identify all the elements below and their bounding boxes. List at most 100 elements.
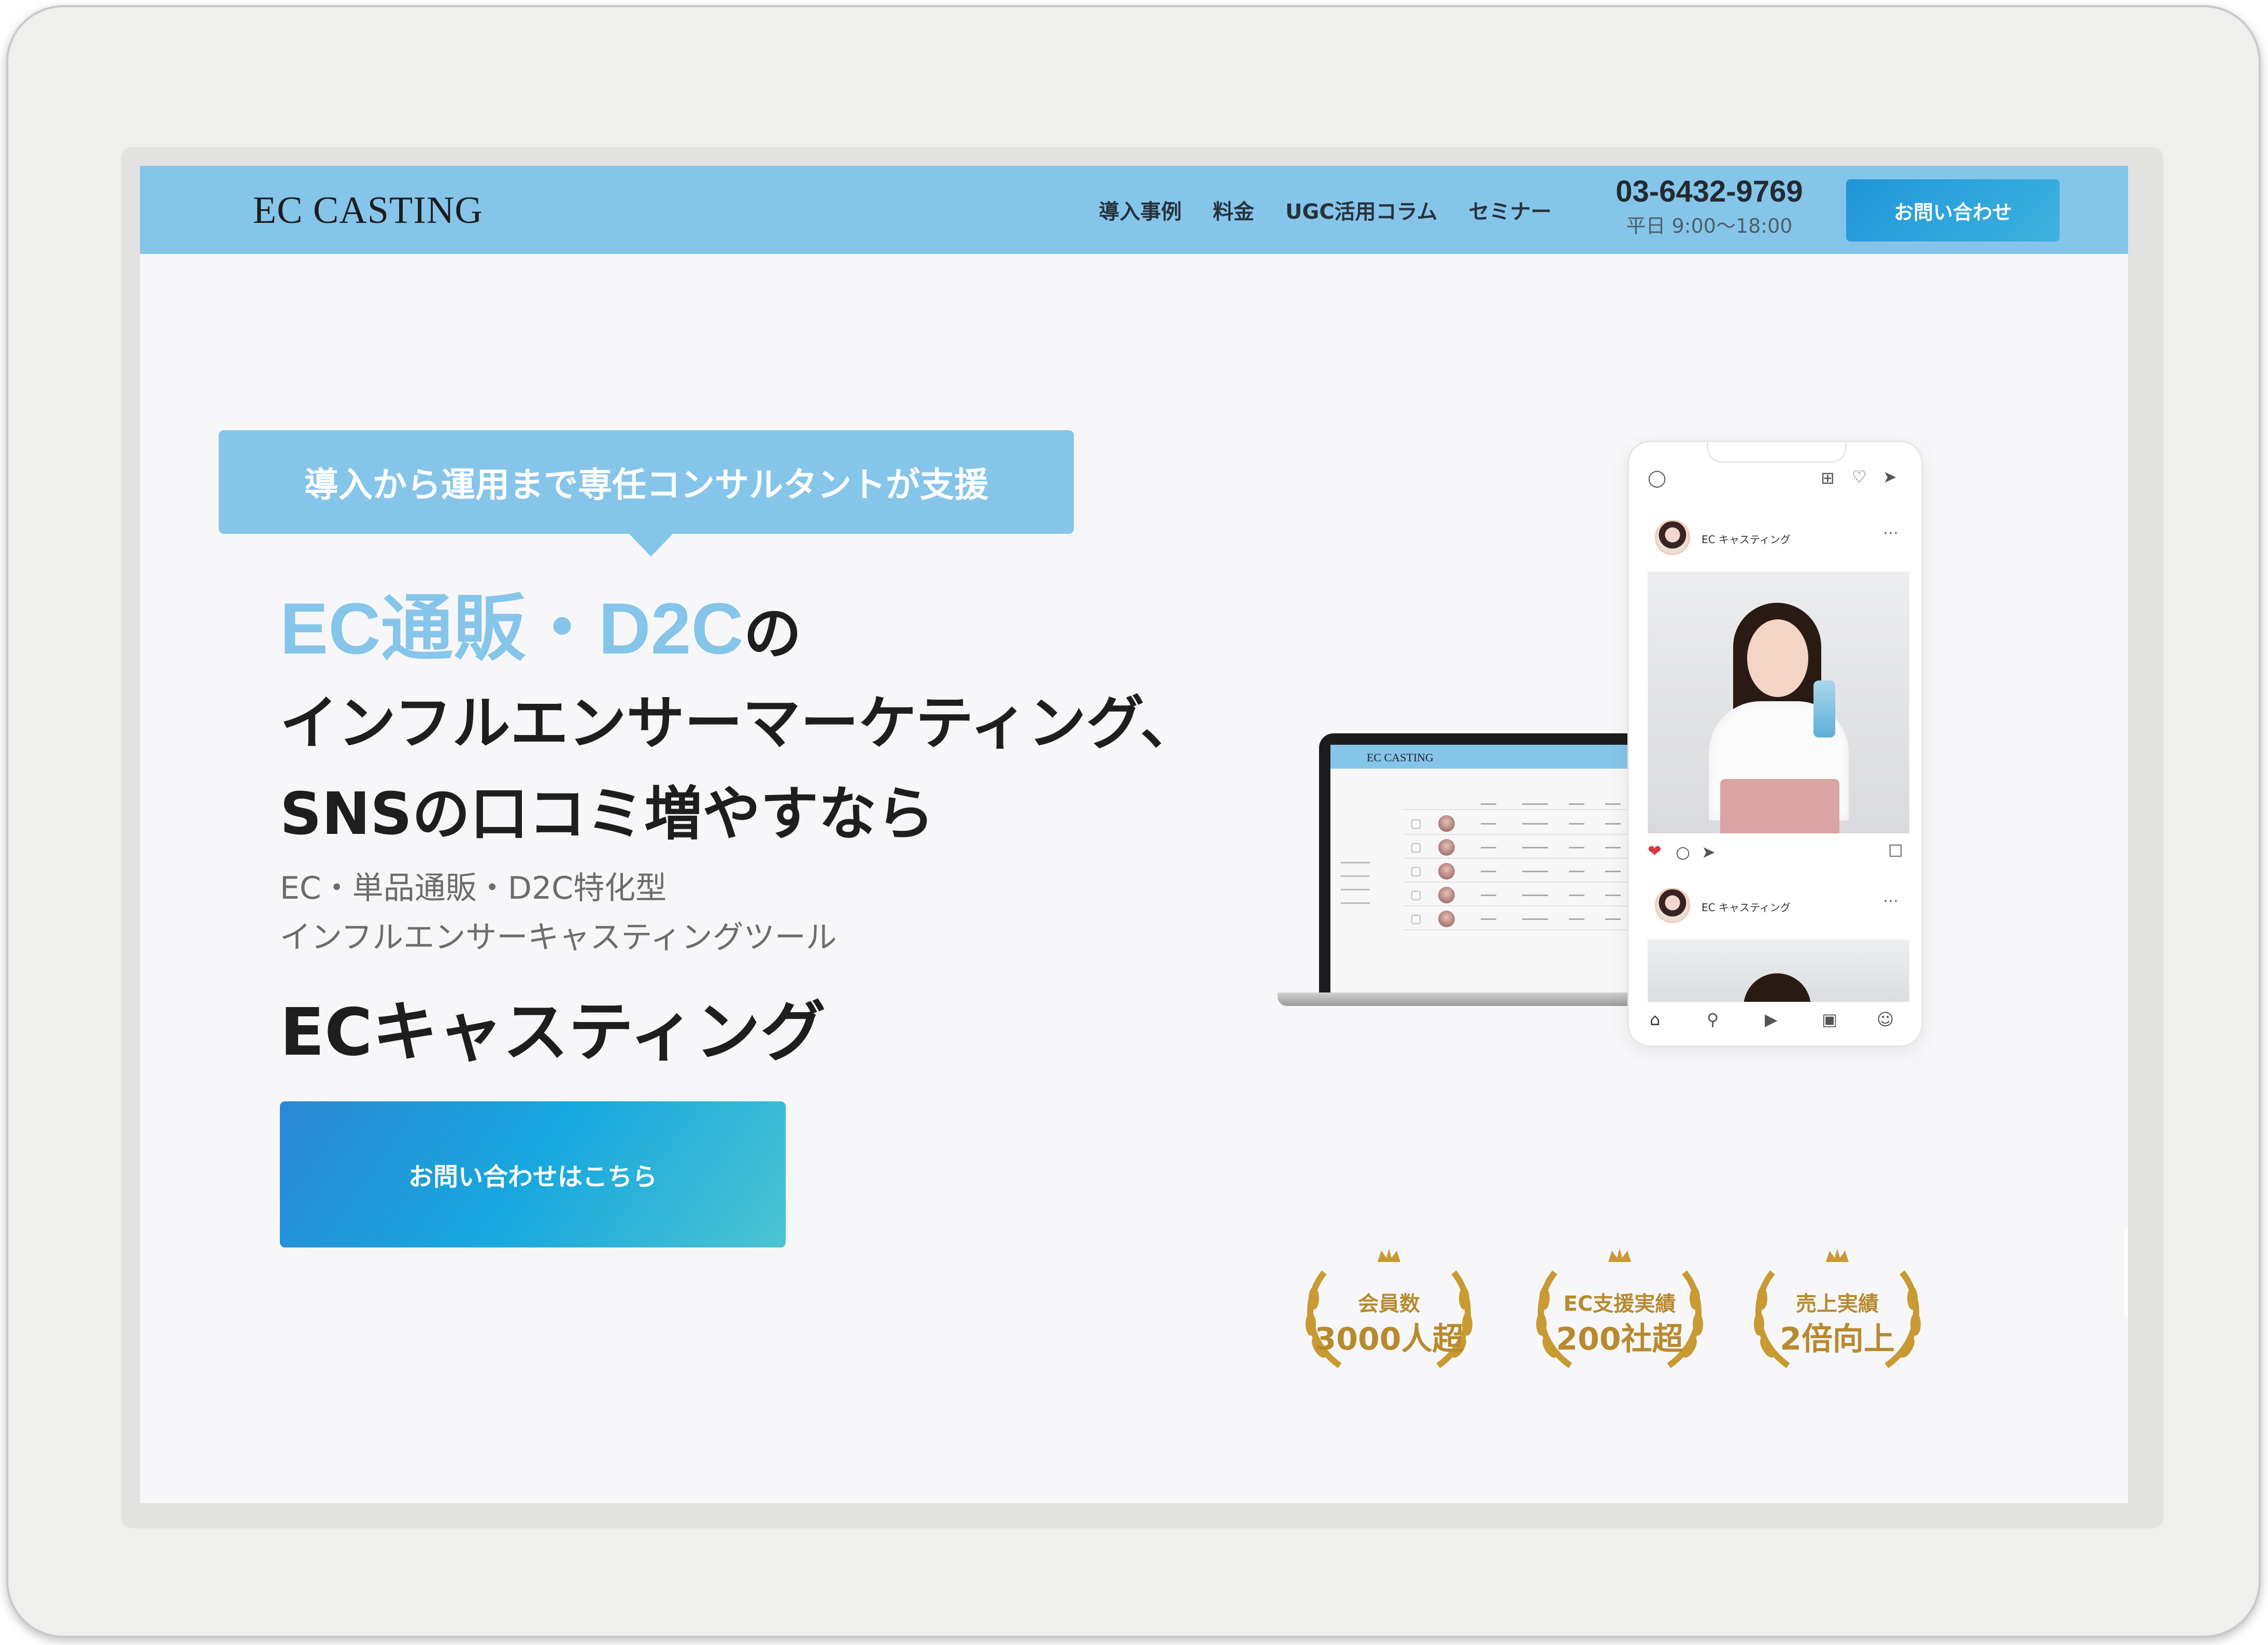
more-icon: ⋯ bbox=[1883, 524, 1898, 542]
laptop-row-checkbox bbox=[1411, 867, 1421, 876]
more-icon: ⋯ bbox=[1883, 892, 1898, 910]
laptop-dash bbox=[1569, 895, 1584, 896]
subheadline-line-1: EC・単品通販・D2C特化型 bbox=[280, 870, 667, 906]
headline-particle: の bbox=[743, 600, 802, 668]
laptop-sidebar-line bbox=[1341, 875, 1370, 877]
laptop-dash bbox=[1605, 847, 1621, 848]
browser-viewport: EC CASTING 導入事例 料金 UGC活用コラム セミナー 03-6432… bbox=[140, 166, 2128, 1503]
add-post-icon: ⊞ bbox=[1821, 468, 1835, 488]
nav-case-studies[interactable]: 導入事例 bbox=[1099, 195, 1182, 225]
phone-number[interactable]: 03-6432-9769 bbox=[1595, 174, 1823, 209]
product-bottle bbox=[1813, 680, 1835, 738]
award-badge-sales: 売上実績 2倍向上 bbox=[1741, 1241, 1933, 1376]
award-badge-ec-support: EC支援実績 200社超 bbox=[1524, 1241, 1716, 1376]
laptop-dash bbox=[1605, 895, 1621, 896]
subheadline-line-2: インフルエンサーキャスティングツール bbox=[280, 919, 837, 956]
post-avatar bbox=[1655, 520, 1690, 555]
award-value: 2倍向上 bbox=[1780, 1321, 1895, 1357]
main-nav: 導入事例 料金 UGC活用コラム セミナー bbox=[1099, 195, 1551, 225]
laptop-dash bbox=[1522, 918, 1548, 920]
headline-accent: EC通販・D2C bbox=[280, 588, 744, 669]
laptop-sidebar-line bbox=[1341, 902, 1370, 904]
laptop-row-checkbox bbox=[1411, 891, 1421, 900]
liked-heart-icon: ❤ bbox=[1648, 841, 1662, 861]
product-name: ECキャスティング bbox=[280, 994, 826, 1070]
post-username: EC キャスティング bbox=[1702, 533, 1791, 546]
headline-line-3: SNSの口コミ増やすなら bbox=[280, 781, 935, 848]
laptop-dash bbox=[1481, 803, 1496, 805]
camera-icon: ◯ bbox=[1648, 468, 1666, 488]
award-value: 200社超 bbox=[1556, 1321, 1683, 1357]
laptop-row-checkbox bbox=[1411, 843, 1421, 853]
hero-contact-button[interactable]: お問い合わせはこちら bbox=[280, 1101, 786, 1247]
laptop-dash bbox=[1605, 871, 1621, 872]
laptop-header-bar: EC CASTING bbox=[1330, 745, 1651, 769]
laptop-dash bbox=[1522, 803, 1548, 805]
laptop-dash bbox=[1481, 823, 1496, 825]
laptop-row-checkbox bbox=[1411, 915, 1421, 924]
award-label: 会員数 bbox=[1358, 1292, 1420, 1316]
laptop-row-checkbox bbox=[1411, 819, 1421, 829]
woman-face bbox=[1747, 619, 1808, 697]
post-avatar bbox=[1655, 888, 1690, 923]
laptop-dash bbox=[1605, 918, 1621, 920]
influencer-avatar bbox=[1438, 863, 1455, 880]
profile-icon: ☺ bbox=[1877, 1010, 1894, 1029]
nav-ugc-column[interactable]: UGC活用コラム bbox=[1285, 195, 1437, 225]
nav-pricing[interactable]: 料金 bbox=[1213, 195, 1254, 225]
post-photo bbox=[1648, 572, 1909, 833]
influencer-avatar bbox=[1438, 815, 1455, 832]
laptop-dash bbox=[1522, 871, 1548, 872]
laptop-sidebar-line bbox=[1341, 889, 1370, 890]
laptop-dash bbox=[1481, 847, 1496, 848]
phone-notch bbox=[1707, 442, 1847, 463]
laptop-dash bbox=[1605, 803, 1621, 805]
award-label: EC支援実績 bbox=[1563, 1292, 1676, 1316]
influencer-avatar bbox=[1438, 839, 1455, 856]
laptop-dash bbox=[1569, 918, 1584, 920]
support-tag-bubble: 導入から運用まで専任コンサルタントが支援 bbox=[219, 430, 1074, 557]
phone-hours: 平日 9:00〜18:00 bbox=[1626, 215, 1793, 237]
send-icon: ➤ bbox=[1883, 467, 1897, 487]
heart-icon: ♡ bbox=[1852, 467, 1867, 487]
laptop-dash bbox=[1522, 823, 1548, 825]
laptop-table-header bbox=[1403, 792, 1651, 810]
award-badge-members: 会員数 3000人超 bbox=[1293, 1241, 1485, 1376]
laptop-logo: EC CASTING bbox=[1367, 751, 1434, 764]
bookmark-icon: ☐ bbox=[1888, 841, 1903, 861]
laptop-table-row bbox=[1403, 907, 1651, 930]
influencer-avatar bbox=[1438, 911, 1455, 927]
award-value: 3000人超 bbox=[1314, 1321, 1464, 1357]
shop-icon: ▣ bbox=[1822, 1010, 1838, 1029]
contact-phone: 03-6432-9769 平日 9:00〜18:00 bbox=[1595, 174, 1823, 238]
laptop-dash bbox=[1481, 895, 1496, 896]
woman-skirt bbox=[1720, 779, 1839, 833]
nav-seminar[interactable]: セミナー bbox=[1468, 195, 1551, 225]
woman-hair bbox=[1743, 973, 1811, 1002]
share-icon: ➤ bbox=[1702, 842, 1716, 862]
laptop-dash bbox=[1569, 871, 1584, 872]
header-contact-button[interactable]: お問い合わせ bbox=[1846, 179, 2060, 242]
reels-icon: ▶ bbox=[1765, 1010, 1778, 1029]
laptop-dash bbox=[1522, 895, 1548, 896]
laptop-dash bbox=[1569, 823, 1584, 825]
laptop-dash bbox=[1481, 871, 1496, 872]
laptop-display: EC CASTING bbox=[1330, 745, 1651, 992]
comment-icon: ○ bbox=[1676, 842, 1690, 862]
laptop-dash bbox=[1605, 823, 1621, 825]
laptop-dash bbox=[1569, 847, 1584, 848]
influencer-avatar bbox=[1438, 887, 1455, 903]
home-icon: ⌂ bbox=[1650, 1010, 1661, 1029]
search-icon: ⚲ bbox=[1707, 1010, 1719, 1029]
award-label: 売上実績 bbox=[1796, 1292, 1879, 1316]
laptop-table-row bbox=[1403, 860, 1651, 883]
site-header: EC CASTING 導入事例 料金 UGC活用コラム セミナー 03-6432… bbox=[140, 166, 2128, 254]
scroll-handle[interactable] bbox=[2124, 1228, 2128, 1316]
laptop-mockup: EC CASTING bbox=[1319, 733, 1651, 992]
laptop-dash bbox=[1569, 803, 1584, 805]
laptop-table-row bbox=[1403, 884, 1651, 906]
post-username: EC キャスティング bbox=[1702, 901, 1791, 914]
site-logo[interactable]: EC CASTING bbox=[253, 189, 483, 233]
headline-line-2: インフルエンサーマーケティング、 bbox=[280, 690, 1198, 757]
laptop-dash bbox=[1481, 918, 1496, 920]
